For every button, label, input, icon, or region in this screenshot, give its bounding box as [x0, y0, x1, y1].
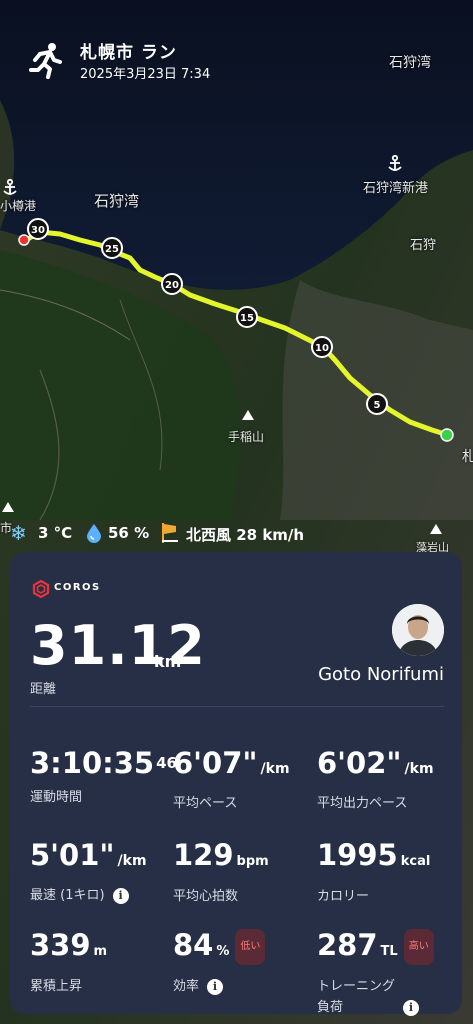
km-marker-15: 15: [236, 306, 258, 328]
avg-pace-value: 6'07": [173, 746, 258, 780]
start-point-marker: [440, 428, 454, 442]
km-marker-20: 20: [161, 273, 183, 295]
activity-header: 札幌市 ラン 2025年3月23日 7:34: [0, 0, 473, 96]
weather-row: ❄ 3 °C 56 % 北西風 28 km/h: [0, 521, 473, 545]
avg-power-pace-label: 平均出力ペース: [317, 796, 408, 811]
avg-hr-label: 平均心拍数: [173, 889, 239, 904]
stat-calories: 1995 kcal カロリー: [317, 838, 430, 904]
anchor-icon-left: [3, 178, 17, 195]
temperature-value: 3 °C: [38, 524, 73, 542]
avg-pace-label: 平均ペース: [173, 796, 238, 811]
avg-power-pace-unit: /km: [404, 761, 434, 777]
stat-efficiency: 84% 低い 効率 i: [173, 928, 266, 995]
calories-value: 1995: [317, 838, 398, 872]
avg-hr-unit: bpm: [236, 854, 269, 869]
map-label-ishikari: 石狩: [410, 238, 437, 253]
distance-unit: km: [154, 652, 182, 671]
wind-flag-icon: [162, 523, 178, 543]
stat-moving-time: 3:10:35 46 運動時間: [30, 746, 177, 805]
svg-text:10: 10: [315, 343, 329, 354]
elevation-unit: m: [93, 944, 108, 959]
snowflake-icon: ❄: [10, 521, 27, 545]
svg-text:15: 15: [240, 313, 254, 324]
humidity-drop-icon: [87, 524, 101, 543]
stat-elevation-gain: 339 m 累積上昇: [30, 928, 107, 994]
best-pace-info-icon[interactable]: i: [112, 887, 129, 904]
map-label-right-edge: 札: [462, 449, 473, 465]
map-label-mountain: 手稲山: [228, 430, 265, 444]
coros-logo-icon: [32, 580, 50, 598]
efficiency-info-icon[interactable]: i: [207, 978, 224, 995]
map-label-bay-center: 石狩湾: [94, 192, 140, 210]
km-marker-25: 25: [101, 237, 123, 259]
stat-avg-power-pace: 6'02"/km 平均出力ペース: [317, 746, 434, 811]
best-pace-label: 最速 (1キロ): [30, 888, 105, 903]
divider: [30, 706, 444, 707]
training-load-label-line2: 負荷: [317, 1000, 344, 1015]
km-marker-10: 10: [311, 336, 333, 358]
training-load-label-line1: トレーニング: [317, 979, 396, 994]
elevation-label: 累積上昇: [30, 979, 83, 994]
training-load-info-icon[interactable]: i: [403, 999, 420, 1016]
calories-unit: kcal: [400, 854, 431, 869]
moving-time-label: 運動時間: [30, 790, 83, 805]
svg-text:30: 30: [31, 225, 45, 236]
distance-label: 距離: [30, 682, 57, 697]
efficiency-badge: 低い: [235, 929, 266, 965]
svg-text:25: 25: [105, 244, 119, 255]
moving-time-value: 3:10:35: [30, 746, 155, 780]
activity-title: 札幌市 ラン: [80, 43, 177, 63]
training-load-badge: 高い: [403, 929, 434, 965]
efficiency-label: 効率: [173, 979, 200, 994]
calories-label: カロリー: [317, 889, 370, 904]
stat-avg-heart-rate: 129 bpm 平均心拍数: [173, 838, 269, 904]
km-marker-30: 30: [27, 218, 49, 240]
stat-training-load: 287 TL 高い トレーニング 負荷 i: [317, 928, 434, 1016]
efficiency-unit: %: [216, 944, 230, 959]
map-label-port-left: 小樽港: [0, 199, 37, 213]
mountain-icon-left: [2, 502, 14, 512]
elevation-value: 339: [30, 928, 91, 962]
svg-text:5: 5: [374, 400, 381, 411]
user-name: Goto Norifumi: [318, 664, 444, 685]
running-icon: [29, 43, 62, 79]
map-label-port-new: 石狩湾新港: [363, 181, 429, 196]
wind-value: 北西風 28 km/h: [186, 526, 305, 544]
best-pace-value: 5'01": [30, 838, 115, 872]
activity-datetime: 2025年3月23日 7:34: [80, 67, 211, 82]
avg-hr-value: 129: [173, 838, 234, 872]
end-point-marker: [18, 234, 30, 246]
brand-name: COROS: [54, 582, 101, 593]
training-load-unit: TL: [380, 944, 398, 959]
stat-best-pace: 5'01"/km 最速 (1キロ) i: [30, 838, 147, 904]
avatar[interactable]: [392, 604, 444, 656]
km-marker-5: 5: [366, 393, 388, 415]
training-load-value: 287: [317, 928, 378, 962]
activity-summary-card: COROS 31.12 km 距離 Goto Norifumi 3:10:35 4…: [10, 552, 462, 1016]
humidity-value: 56 %: [108, 524, 150, 542]
anchor-icon-right: [388, 154, 402, 171]
avg-power-pace-value: 6'02": [317, 746, 402, 780]
efficiency-value: 84: [173, 928, 214, 962]
mountain-icon: [242, 410, 254, 420]
best-pace-unit: /km: [117, 853, 147, 869]
svg-text:20: 20: [165, 280, 179, 291]
avg-pace-unit: /km: [260, 761, 290, 777]
stat-avg-pace: 6'07"/km 平均ペース: [173, 746, 290, 811]
